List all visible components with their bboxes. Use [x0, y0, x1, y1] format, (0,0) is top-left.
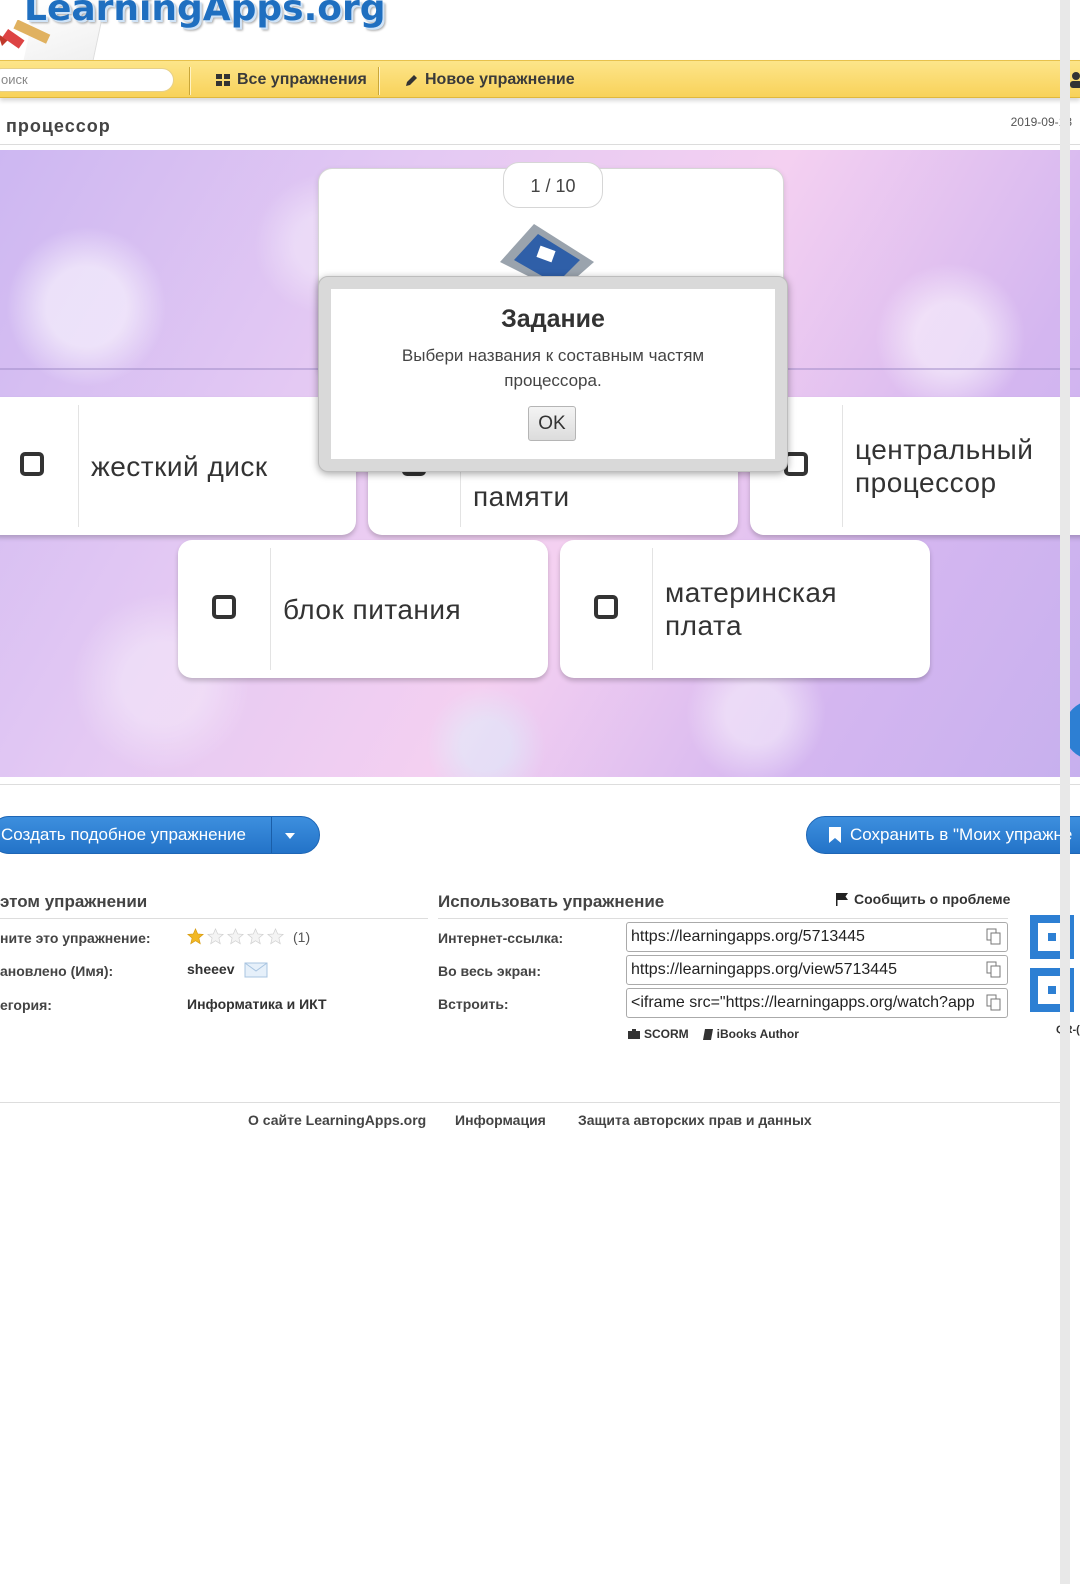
task-dialog-body: Задание Выбери названия к составным част… [331, 289, 775, 459]
author-label: ановлено (Имя): [0, 963, 114, 979]
option-label: материнская плата [665, 577, 838, 641]
option-checkbox[interactable] [212, 595, 236, 619]
nav-new-exercise-label: Новое упражнение [425, 71, 575, 88]
option-checkbox[interactable] [594, 595, 618, 619]
star-filled-icon[interactable] [187, 928, 204, 945]
report-problem-link[interactable]: Сообщить о проблеме [835, 891, 1010, 907]
star-empty-icon[interactable] [247, 928, 264, 945]
task-dialog-title: Задание [501, 305, 605, 333]
embed-label: Встроить: [438, 996, 509, 1012]
save-to-my-exercises-label: Сохранить в "Моих упражне [850, 825, 1073, 844]
scorm-label: SCORM [644, 1027, 689, 1041]
link-value: https://learningapps.org/5713445 [631, 928, 865, 945]
author-name[interactable]: sheeev [187, 961, 234, 977]
about-section-title: этом упражнении [0, 892, 148, 911]
grid-icon [216, 73, 230, 86]
nav-all-exercises[interactable]: Все упражнения [216, 71, 367, 89]
star-empty-icon[interactable] [267, 928, 284, 945]
link-label: Интернет-ссылка: [438, 930, 564, 946]
fullscreen-field[interactable]: https://learningapps.org/view5713445 [626, 955, 1008, 985]
title-row: процессор 2019-09-13 [0, 100, 1080, 145]
option-divider [270, 548, 271, 670]
rating-stars[interactable]: (1) [187, 928, 310, 945]
flag-icon [836, 893, 848, 906]
nav-separator [378, 67, 379, 95]
category-value[interactable]: Информатика и ИКТ [187, 996, 327, 1012]
fullscreen-value: https://learningapps.org/view5713445 [631, 961, 897, 978]
star-empty-icon[interactable] [207, 928, 224, 945]
option-divider [842, 405, 843, 527]
create-similar-button[interactable]: Создать подобное упражнение [0, 816, 320, 854]
option-divider [652, 548, 653, 670]
pencil-icon [406, 74, 417, 86]
footer-divider [0, 1102, 1060, 1103]
embed-value: <iframe src="https://learningapps.org/wa… [631, 994, 975, 1011]
footer-link-info[interactable]: Информация [455, 1112, 546, 1128]
answer-option[interactable]: материнская плата [560, 540, 930, 678]
category-label: егория: [0, 997, 52, 1013]
button-split-divider [271, 817, 272, 853]
nav-all-exercises-label: Все упражнения [237, 71, 367, 88]
report-problem-label: Сообщить о проблеме [854, 891, 1011, 907]
use-section-title: Использовать упражнение [438, 892, 665, 911]
option-checkbox[interactable] [20, 452, 44, 476]
copy-icon[interactable] [986, 928, 1001, 945]
answer-option[interactable]: центральный процессор [750, 397, 1080, 535]
star-empty-icon[interactable] [227, 928, 244, 945]
option-label: центральный процессор [855, 434, 1034, 498]
export-links: SCORM iBooks Author [628, 1027, 799, 1041]
main-navbar: оиск Все упражнения Новое упражнение [0, 60, 1080, 98]
scorm-link[interactable]: SCORM [628, 1027, 689, 1041]
book-icon [702, 1028, 713, 1040]
task-dialog: Задание Выбери названия к составным част… [318, 276, 788, 472]
option-label: жесткий диск [91, 450, 268, 482]
site-header: LearningApps.org [0, 0, 1060, 60]
answer-option[interactable]: жесткий диск [0, 397, 356, 535]
rating-count: (1) [293, 928, 311, 945]
search-input[interactable]: оиск [0, 68, 174, 92]
chevron-down-icon[interactable] [285, 833, 295, 839]
page-title: процессор [6, 116, 111, 136]
footer-link-about[interactable]: О сайте LearningApps.org [248, 1112, 426, 1128]
task-dialog-text: Выбери названия к составным частям проце… [401, 346, 705, 390]
vertical-scrollbar[interactable] [1060, 0, 1070, 1584]
mail-icon[interactable] [244, 962, 268, 978]
section-divider [438, 918, 1008, 919]
embed-field[interactable]: <iframe src="https://learningapps.org/wa… [626, 988, 1008, 1018]
ibooks-link[interactable]: iBooks Author [702, 1027, 799, 1041]
copy-icon[interactable] [986, 994, 1001, 1011]
bookmark-icon [829, 827, 841, 843]
option-label: блок питания [283, 593, 462, 625]
footer-link-copyright[interactable]: Защита авторских прав и данных [578, 1112, 812, 1128]
nav-new-exercise[interactable]: Новое упражнение [404, 71, 575, 89]
nav-separator [189, 67, 190, 95]
question-counter: 1 / 10 [503, 162, 603, 208]
option-divider [78, 405, 79, 527]
briefcase-icon [628, 1029, 640, 1039]
copy-icon[interactable] [986, 961, 1001, 978]
create-similar-label: Создать подобное упражнение [1, 825, 246, 844]
save-to-my-exercises-button[interactable]: Сохранить в "Моих упражне [806, 816, 1080, 854]
link-field[interactable]: https://learningapps.org/5713445 [626, 922, 1008, 952]
ok-button[interactable]: OK [528, 406, 576, 441]
site-logo[interactable]: LearningApps.org [24, 0, 386, 29]
app-bottom-divider [0, 784, 1080, 785]
rate-label: ните это упражнение: [0, 930, 151, 946]
fullscreen-label: Во весь экран: [438, 963, 542, 979]
ibooks-label: iBooks Author [716, 1027, 799, 1041]
section-divider [0, 918, 428, 919]
answer-option[interactable]: блок питания [178, 540, 548, 678]
